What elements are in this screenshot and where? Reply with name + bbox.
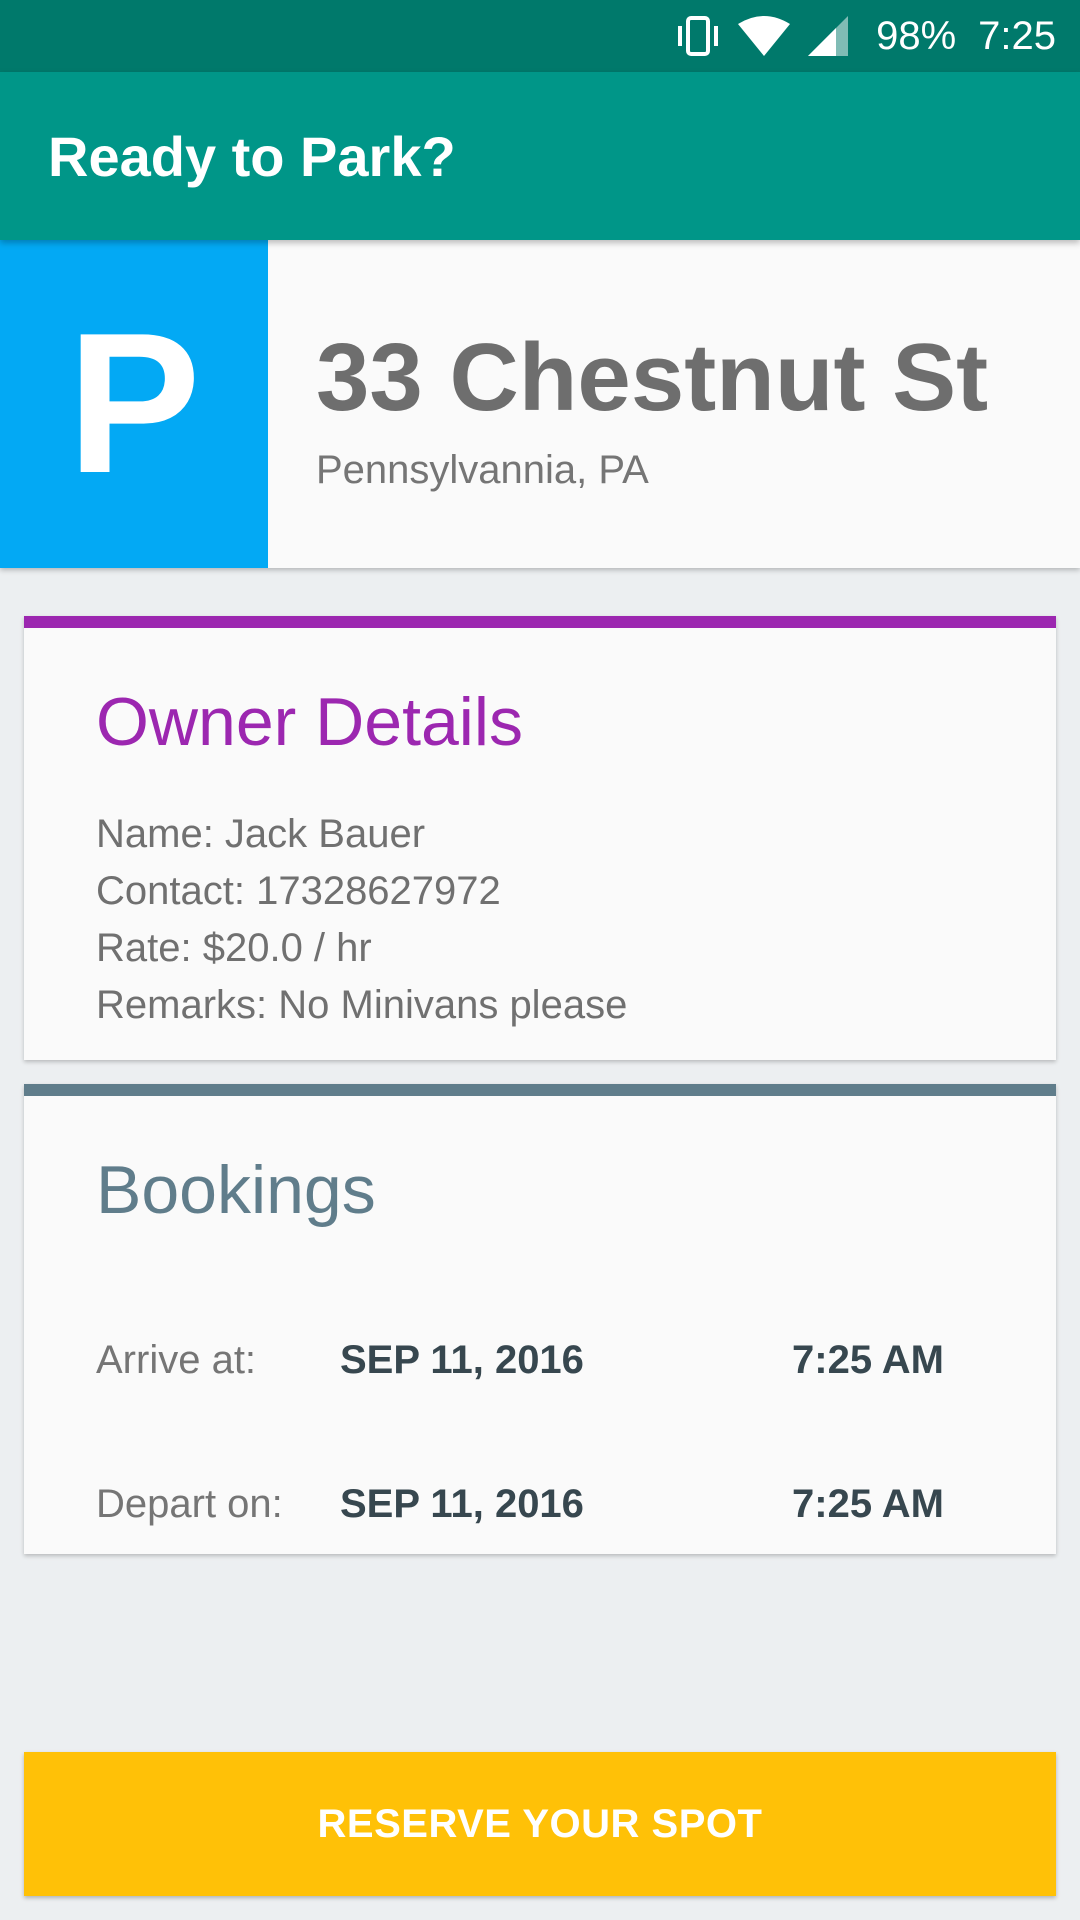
parking-icon: P	[0, 240, 268, 568]
wifi-icon	[736, 14, 792, 58]
owner-details-list: Name: Jack Bauer Contact: 17328627972 Ra…	[96, 806, 627, 1034]
bookings-heading: Bookings	[96, 1152, 376, 1228]
depart-time-picker[interactable]: 7:25 AM	[792, 1474, 944, 1534]
arrive-label: Arrive at:	[96, 1338, 257, 1382]
spot-city: Pennsylvannia, PA	[316, 448, 649, 492]
parking-spot-card: P 33 Chestnut St Pennsylvannia, PA	[0, 240, 1080, 568]
owner-details-heading: Owner Details	[96, 684, 524, 760]
owner-rate: Rate: $20.0 / hr	[96, 926, 372, 970]
clock: 7:25	[978, 13, 1056, 58]
owner-contact: Contact: 17328627972	[96, 869, 501, 913]
owner-remarks: Remarks: No Minivans please	[96, 983, 628, 1027]
page-title: Ready to Park?	[48, 124, 456, 188]
vibrate-icon	[674, 14, 722, 58]
app-bar: Ready to Park?	[0, 72, 1080, 240]
arrive-date-picker[interactable]: SEP 11, 2016	[340, 1330, 584, 1390]
battery-percentage: 98%	[876, 13, 957, 58]
arrive-row: Arrive at: SEP 11, 2016 7:25 AM	[96, 1330, 996, 1390]
owner-details-card: Owner Details Name: Jack Bauer Contact: …	[24, 616, 1056, 1060]
spot-street-address: 33 Chestnut St	[316, 324, 989, 431]
owner-name: Name: Jack Bauer	[96, 812, 426, 856]
arrive-time-picker[interactable]: 7:25 AM	[792, 1330, 944, 1390]
depart-label: Depart on:	[96, 1482, 283, 1526]
bookings-card: Bookings Arrive at: SEP 11, 2016 7:25 AM…	[24, 1084, 1056, 1554]
depart-date-picker[interactable]: SEP 11, 2016	[340, 1474, 584, 1534]
reserve-spot-button[interactable]: RESERVE YOUR SPOT	[24, 1752, 1056, 1896]
status-bar: 98% 7:25	[0, 0, 1080, 72]
signal-icon	[806, 14, 850, 58]
depart-row: Depart on: SEP 11, 2016 7:25 AM	[96, 1474, 996, 1534]
